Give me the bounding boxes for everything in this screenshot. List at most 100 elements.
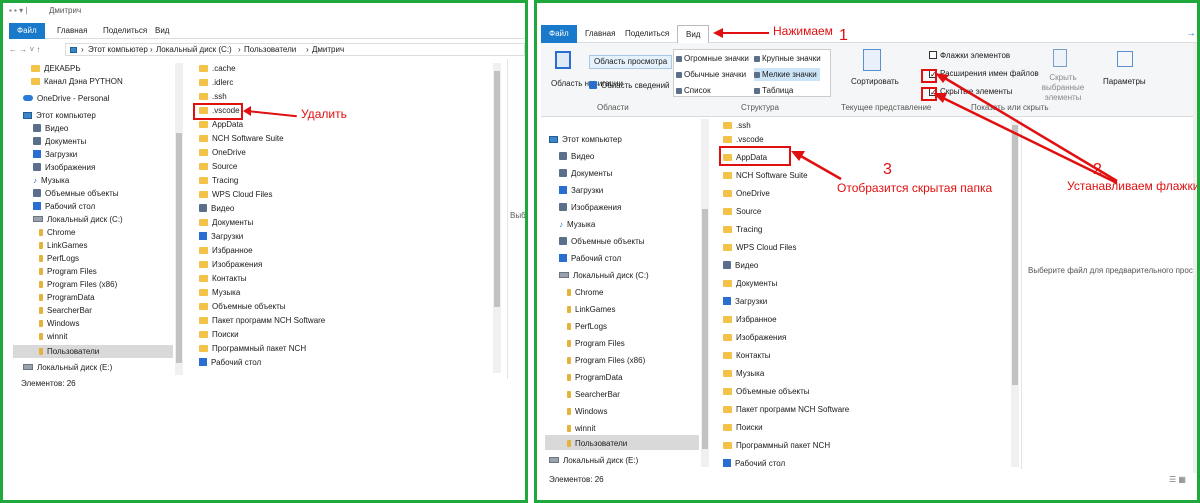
tab-view[interactable]: Вид (677, 25, 710, 43)
nav-item[interactable]: Этот компьютер (36, 111, 96, 120)
preview-pane-button[interactable]: Область просмотра (589, 55, 673, 69)
file-item[interactable]: Загрузки (211, 232, 243, 241)
layout-option[interactable]: Огромные значки (684, 54, 749, 63)
nav-item[interactable]: Изображения (571, 203, 621, 212)
nav-item[interactable]: Локальный диск (E:) (37, 363, 112, 372)
file-item[interactable]: Видео (211, 204, 234, 213)
file-item[interactable]: Программный пакет NCH (212, 344, 306, 353)
file-item[interactable]: AppData (212, 120, 243, 129)
file-item[interactable]: Рабочий стол (211, 358, 261, 367)
file-item[interactable]: Source (212, 162, 237, 171)
nav-item[interactable]: Локальный диск (C:) (47, 215, 123, 224)
tab-file[interactable]: Файл (541, 25, 577, 43)
nav-item[interactable]: SearcherBar (47, 306, 92, 315)
file-item[interactable]: Пакет программ NCH Software (212, 316, 325, 325)
file-item[interactable]: Рабочий стол (735, 459, 785, 468)
layout-option[interactable]: Таблица (762, 86, 793, 95)
file-item[interactable]: WPS Cloud Files (212, 190, 272, 199)
file-item[interactable]: Видео (735, 261, 758, 270)
back-forward-icon[interactable]: ← → ˅ ↑ (9, 43, 40, 56)
tab-share[interactable]: Поделиться (617, 25, 677, 43)
nav-item[interactable]: Этот компьютер (562, 135, 622, 144)
nav-item[interactable]: SearcherBar (575, 390, 620, 399)
layout-option[interactable]: Список (684, 86, 711, 95)
file-item[interactable]: Пакет программ NCH Software (736, 405, 849, 414)
file-item[interactable]: Tracing (736, 225, 762, 234)
nav-item[interactable]: ProgramData (47, 293, 95, 302)
nav-item[interactable]: Музыка (41, 176, 69, 185)
nav-item[interactable]: Локальный диск (C:) (573, 271, 649, 280)
nav-item[interactable]: Рабочий стол (45, 202, 95, 211)
file-item[interactable]: Объемные объекты (736, 387, 810, 396)
nav-item[interactable]: Windows (575, 407, 607, 416)
file-item[interactable]: .cache (212, 64, 236, 73)
file-item[interactable]: Документы (736, 279, 777, 288)
nav-item[interactable]: ДЕКАБРЬ (44, 64, 81, 73)
nav-item[interactable]: Chrome (575, 288, 603, 297)
nav-item[interactable]: Windows (47, 319, 79, 328)
layout-option[interactable]: Крупные значки (762, 54, 821, 63)
file-item[interactable]: .ssh (212, 92, 227, 101)
view-toggle-icon[interactable]: ☰ ▦ (1169, 473, 1186, 486)
layout-option[interactable]: Обычные значки (684, 70, 746, 79)
nav-item[interactable]: LinkGames (47, 241, 87, 250)
nav-scrollbar[interactable] (175, 63, 183, 375)
nav-item[interactable]: Канал Дэна PYTHON (44, 77, 123, 86)
nav-item[interactable]: PerfLogs (575, 322, 607, 331)
nav-item[interactable]: ProgramData (575, 373, 623, 382)
nav-item[interactable]: PerfLogs (47, 254, 79, 263)
nav-item[interactable]: Объемные объекты (571, 237, 645, 246)
nav-item[interactable]: LinkGames (575, 305, 615, 314)
file-item[interactable]: Объемные объекты (212, 302, 286, 311)
file-item[interactable]: NCH Software Suite (212, 134, 284, 143)
file-item[interactable]: Загрузки (735, 297, 767, 306)
file-item[interactable]: Музыка (212, 288, 240, 297)
tab-file[interactable]: Файл (9, 23, 45, 39)
file-item[interactable]: .ssh (736, 121, 751, 130)
nav-item[interactable]: Документы (45, 137, 86, 146)
file-item[interactable]: Изображения (212, 260, 262, 269)
file-item[interactable]: Контакты (212, 274, 247, 283)
nav-item[interactable]: Program Files (575, 339, 625, 348)
file-item[interactable]: Музыка (736, 369, 764, 378)
nav-item[interactable]: Музыка (567, 220, 595, 229)
file-item[interactable]: Избранное (736, 315, 777, 324)
nav-item[interactable]: Объемные объекты (45, 189, 119, 198)
file-item[interactable]: Поиски (736, 423, 763, 432)
nav-item[interactable]: Пользователи (47, 347, 99, 356)
file-item[interactable]: .vscode (736, 135, 764, 144)
quick-access-toolbar-icon[interactable]: ▪ ▪ ▾ | (9, 4, 27, 17)
nav-item[interactable]: Загрузки (571, 186, 603, 195)
nav-item[interactable]: Видео (571, 152, 594, 161)
help-icon[interactable]: → (1186, 27, 1196, 40)
nav-item[interactable]: Локальный диск (E:) (563, 456, 638, 465)
file-item[interactable]: WPS Cloud Files (736, 243, 796, 252)
file-item[interactable]: Tracing (212, 176, 238, 185)
file-item[interactable]: Документы (212, 218, 253, 227)
file-item[interactable]: Контакты (736, 351, 771, 360)
item-checkboxes-checkbox[interactable] (929, 51, 937, 59)
nav-item[interactable]: Документы (571, 169, 612, 178)
file-item[interactable]: Программный пакет NCH (736, 441, 830, 450)
breadcrumb-item[interactable]: Дмитрич (312, 43, 344, 56)
tab-home[interactable]: Главная (49, 23, 95, 39)
address-bar[interactable]: › Этот компьютер › Локальный диск (C:) ›… (65, 43, 525, 56)
nav-item[interactable]: Изображения (45, 163, 95, 172)
nav-item[interactable]: Пользователи (575, 439, 627, 448)
nav-item[interactable]: winnit (47, 332, 67, 341)
nav-scrollbar[interactable] (701, 119, 709, 467)
file-scrollbar[interactable] (493, 63, 501, 373)
nav-item[interactable]: Chrome (47, 228, 75, 237)
sort-button[interactable]: Сортировать (851, 75, 899, 88)
nav-item[interactable]: OneDrive - Personal (37, 94, 109, 103)
file-item[interactable]: Изображения (736, 333, 786, 342)
nav-item[interactable]: Загрузки (45, 150, 77, 159)
breadcrumb-item[interactable]: Локальный диск (C:) (156, 43, 232, 56)
file-item[interactable]: OneDrive (736, 189, 770, 198)
file-item[interactable]: Поиски (212, 330, 239, 339)
breadcrumb-item[interactable]: Пользователи (244, 43, 296, 56)
tab-view[interactable]: Вид (147, 23, 177, 39)
file-item[interactable]: Избранное (212, 246, 253, 255)
nav-item[interactable]: Program Files (47, 267, 97, 276)
nav-item[interactable]: winnit (575, 424, 595, 433)
